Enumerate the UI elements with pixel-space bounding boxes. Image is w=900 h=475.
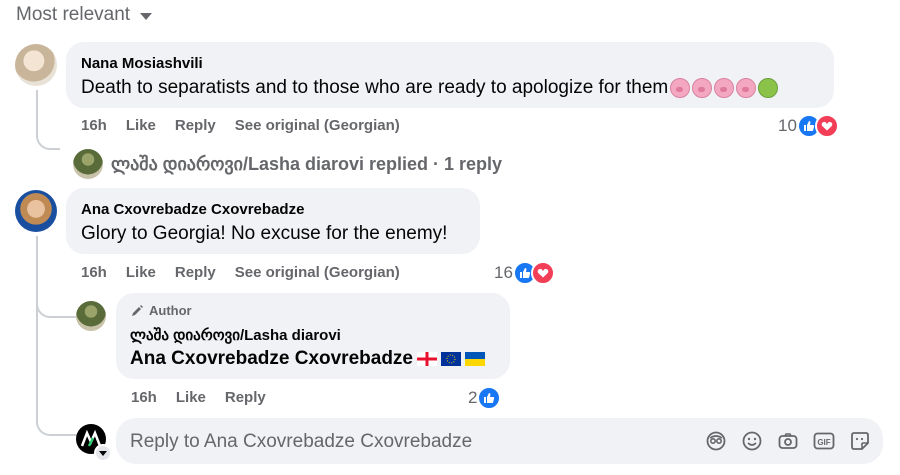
see-original-link[interactable]: See original (Georgian) xyxy=(235,264,400,281)
pig-emoji-icon xyxy=(670,77,691,98)
avatar-sticker-icon[interactable] xyxy=(705,430,727,452)
reply-button[interactable]: Reply xyxy=(175,117,216,134)
like-button[interactable]: Like xyxy=(126,264,156,281)
comment-time[interactable]: 16h xyxy=(81,117,107,134)
mention-link[interactable]: Ana Cxovrebadze Cxovrebadze xyxy=(130,348,413,370)
comment-actions: 16h Like Reply See original (Georgian) xyxy=(81,264,400,281)
composer-tools: GIF xyxy=(705,430,871,452)
comment-text: Death to separatists and to those who ar… xyxy=(81,77,779,99)
pig-emoji-icon xyxy=(714,77,735,98)
pencil-icon xyxy=(132,304,143,316)
avatar[interactable] xyxy=(15,44,57,86)
comment-author[interactable]: Nana Mosiashvili xyxy=(81,55,203,72)
reply-author[interactable]: ლაშა დიაროვი/Lasha diarovi xyxy=(130,326,341,344)
reply-button[interactable]: Reply xyxy=(225,389,266,406)
like-button[interactable]: Like xyxy=(126,117,156,134)
reply-bubble: Author ლაშა დიაროვი/Lasha diarovi Ana Cx… xyxy=(116,293,510,379)
thread-line xyxy=(36,300,78,436)
camera-icon[interactable] xyxy=(777,430,799,452)
reaction-count: 2 xyxy=(468,388,478,407)
view-replies-link[interactable]: ლაშა დიაროვი/Lasha diarovi replied · 1 r… xyxy=(73,149,502,179)
reaction-summary[interactable]: 16 xyxy=(494,261,555,285)
avatar[interactable] xyxy=(15,190,57,232)
eu-flag-icon xyxy=(441,352,461,366)
love-reaction-icon xyxy=(814,114,839,138)
nauseated-emoji-icon xyxy=(758,77,779,98)
comment-actions: 16h Like Reply See original (Georgian) xyxy=(81,117,400,134)
comment-text-body: Death to separatists and to those who ar… xyxy=(81,77,669,98)
pig-emoji-icon xyxy=(736,77,757,98)
gif-icon[interactable]: GIF xyxy=(813,430,835,452)
chevron-down-icon xyxy=(99,450,107,456)
avatar-switch-chevron[interactable] xyxy=(94,444,112,462)
sort-dropdown[interactable]: Most relevant xyxy=(16,4,153,26)
comment-bubble: Nana Mosiashvili Death to separatists an… xyxy=(66,42,834,108)
reaction-summary[interactable]: 10 xyxy=(778,114,839,138)
sort-label: Most relevant xyxy=(16,4,131,25)
avatar xyxy=(73,149,103,179)
reaction-summary[interactable]: 2 xyxy=(468,386,502,410)
svg-text:GIF: GIF xyxy=(817,438,830,447)
comment-time[interactable]: 16h xyxy=(81,264,107,281)
reply-text: Ana Cxovrebadze Cxovrebadze xyxy=(130,348,485,370)
like-button[interactable]: Like xyxy=(176,389,206,406)
sticker-icon[interactable] xyxy=(849,430,871,452)
georgia-flag-icon xyxy=(417,352,437,366)
reaction-count: 10 xyxy=(778,116,797,135)
reply-actions: 16h Like Reply xyxy=(131,389,266,406)
thread-line xyxy=(36,90,60,150)
like-reaction-icon xyxy=(477,386,502,410)
emoji-icon[interactable] xyxy=(741,430,763,452)
avatar[interactable] xyxy=(76,301,106,331)
reaction-count: 16 xyxy=(494,263,513,282)
love-reaction-icon xyxy=(530,261,555,285)
reply-button[interactable]: Reply xyxy=(175,264,216,281)
comment-bubble: Ana Cxovrebadze Cxovrebadze Glory to Geo… xyxy=(66,188,480,254)
comment-text: Glory to Georgia! No excuse for the enem… xyxy=(81,223,448,244)
replied-summary: ლაშა დიაროვი/Lasha diarovi replied · 1 r… xyxy=(111,153,503,174)
reply-input[interactable]: Reply to Ana Cxovrebadze Cxovrebadze xyxy=(130,431,472,453)
ukraine-flag-icon xyxy=(465,352,485,366)
author-badge-label: Author xyxy=(149,303,192,318)
comment-author[interactable]: Ana Cxovrebadze Cxovrebadze xyxy=(81,201,304,218)
chevron-down-icon xyxy=(140,12,153,20)
author-badge: Author xyxy=(130,303,192,318)
see-original-link[interactable]: See original (Georgian) xyxy=(235,117,400,134)
reply-input-box[interactable]: Reply to Ana Cxovrebadze Cxovrebadze GIF xyxy=(116,418,883,464)
reply-time[interactable]: 16h xyxy=(131,389,157,406)
pig-emoji-icon xyxy=(692,77,713,98)
